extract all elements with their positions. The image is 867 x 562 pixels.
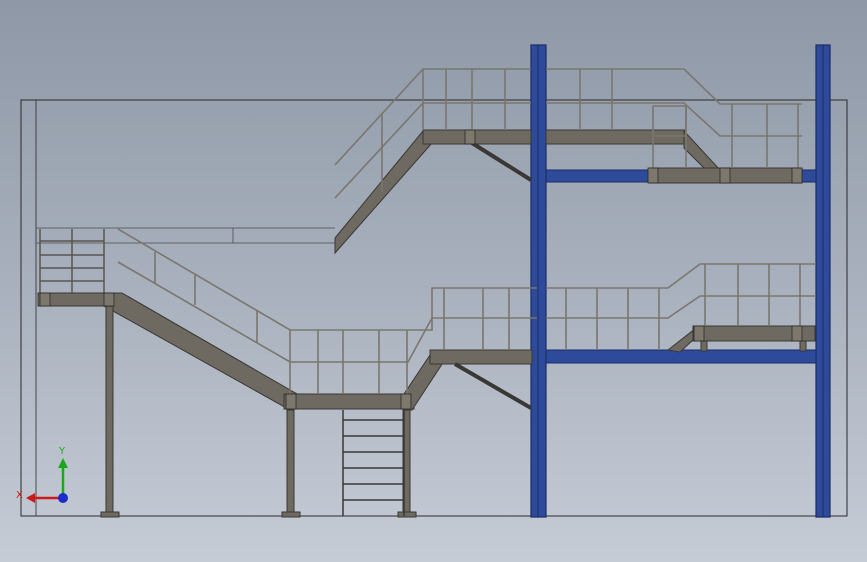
coordinate-triad: Y X (16, 446, 68, 503)
lower-right-landing (429, 349, 533, 365)
post-left (105, 305, 114, 517)
upper-landing (422, 129, 532, 145)
ladder (342, 410, 405, 516)
upper-brace (470, 141, 533, 182)
lower-blue-beam (545, 349, 817, 364)
middle-landing (283, 393, 415, 410)
handrails (117, 68, 816, 394)
upper-right-flight (683, 129, 722, 171)
lower-brace (453, 362, 533, 410)
cad-viewport[interactable]: Y X (0, 0, 867, 562)
upper-landing-ext (545, 129, 687, 145)
triad-y-label: Y (58, 446, 66, 457)
blue-columns (530, 44, 831, 518)
left-cage (39, 229, 105, 293)
triad-x-label: X (16, 490, 23, 501)
post-mid-left (286, 409, 295, 517)
stair-structure-drawing: Y X (16, 44, 848, 518)
